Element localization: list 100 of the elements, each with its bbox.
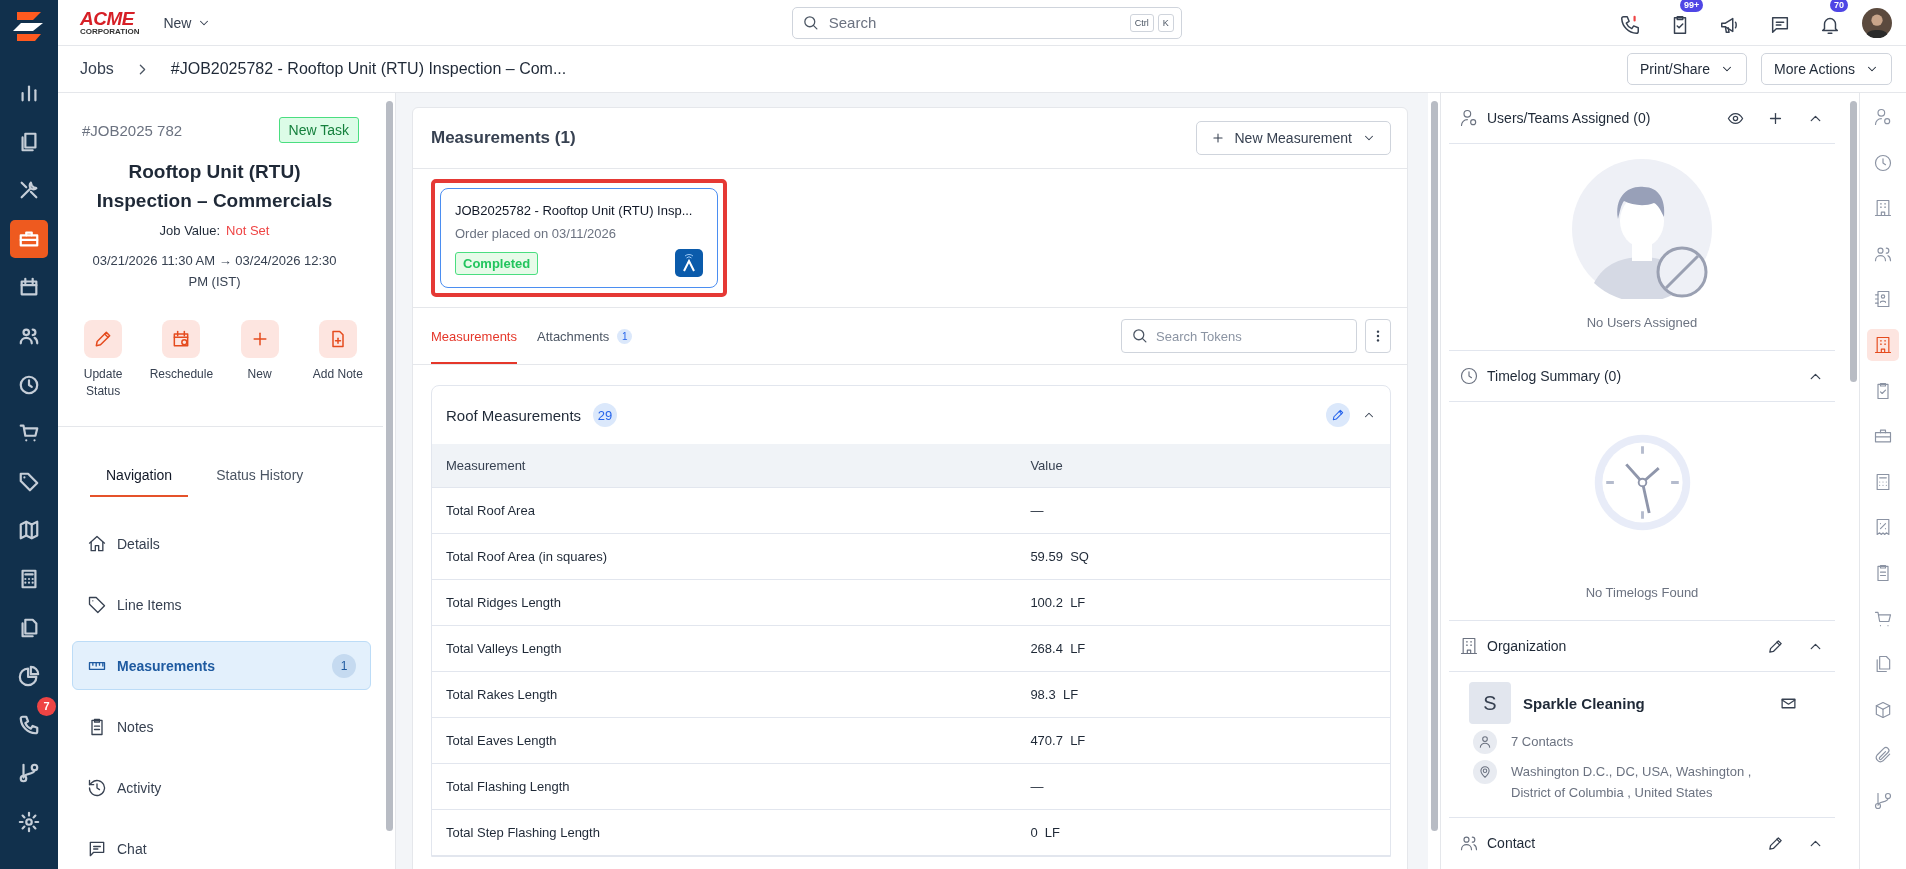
more-icon: [1376, 329, 1380, 343]
pencil-icon: [1766, 834, 1784, 852]
quick-action-button[interactable]: Reschedule: [145, 320, 218, 400]
nav-item[interactable]: Activity: [72, 763, 371, 812]
notification-badge: 99+: [1680, 0, 1704, 12]
table-cell: 100.2 LF: [1016, 579, 1390, 626]
pencil-icon: [1331, 408, 1345, 422]
panel-tab[interactable]: Navigation: [90, 455, 189, 497]
plus-icon: [1210, 131, 1225, 145]
empty-message: No Timelogs Found: [1585, 585, 1699, 600]
building-icon: [1459, 636, 1479, 656]
avatar-icon[interactable]: [1862, 7, 1892, 38]
copy-icon: [18, 130, 40, 153]
building-icon: [1873, 334, 1893, 355]
home-icon: [87, 533, 107, 554]
job-title: Rooftop Unit (RTU) Inspection – Commercials: [95, 160, 334, 213]
user-pin-icon: [1873, 107, 1893, 127]
settings-icon: [18, 810, 40, 833]
table-cell: Total Rakes Length: [432, 671, 1017, 718]
table-cell: Total Roof Area: [432, 487, 1017, 534]
table-cell: 268.4 LF: [1016, 625, 1390, 672]
nav-item[interactable]: Line Items: [72, 580, 371, 629]
schedule-text: 03/21/2026 11:30 AM → 03/24/2026 12:30 PM (IST): [91, 252, 338, 291]
notification-badge: 70: [1830, 0, 1849, 12]
empty-message: No Users Assigned: [1586, 315, 1698, 330]
files-icon: [18, 616, 40, 639]
history-icon: [87, 777, 107, 798]
panel-tab[interactable]: Status History: [200, 455, 320, 497]
quick-action-button[interactable]: New: [223, 320, 296, 400]
table-cell: 0 LF: [1016, 809, 1390, 856]
count-badge: 29: [593, 403, 618, 427]
table-cell: 59.59 SQ: [1016, 533, 1390, 580]
side-panel-tab[interactable]: [1867, 328, 1899, 361]
cube-icon: [1873, 699, 1893, 720]
clock-icon: [1459, 366, 1479, 386]
tag-icon: [18, 470, 40, 493]
new-menu[interactable]: New: [163, 14, 212, 31]
nav-item[interactable]: Chat: [72, 824, 371, 869]
action-menu-button[interactable]: Print/Share: [1627, 53, 1748, 85]
page-title: #JOB2025782 - Rooftop Unit (RTU) Inspection – Com...: [170, 60, 567, 78]
pie-chart-icon: [18, 665, 40, 688]
tab[interactable]: Measurements: [431, 308, 517, 364]
location-pin-icon: [1478, 765, 1492, 779]
user-icon: [1478, 735, 1492, 749]
map-icon: [18, 519, 40, 542]
table-cell: Total Eaves Length: [432, 717, 1017, 764]
table-cell: Total Flashing Length: [432, 763, 1017, 810]
calculator-icon: [18, 567, 40, 590]
clock-icon: [18, 373, 40, 396]
table-cell: 98.3 LF: [1016, 671, 1390, 718]
tab[interactable]: Attachments 1: [537, 308, 633, 364]
search-field[interactable]: Search Tokens: [1121, 319, 1357, 353]
scrollbar[interactable]: [1428, 93, 1440, 869]
column-header: Measurement: [432, 444, 1017, 488]
branch-icon: [1873, 790, 1893, 811]
branch-icon: [18, 762, 40, 785]
column-header: Value: [1016, 444, 1390, 488]
status-tag: New Task: [278, 117, 359, 143]
table-cell: Total Ridges Length: [432, 579, 1017, 626]
notification-badge: 7: [37, 696, 56, 716]
search-icon: [1131, 327, 1148, 344]
job-value: Not Set: [226, 223, 270, 238]
order-card[interactable]: JOB2025782 - Rooftop Unit (RTU) Insp... Order placed on 03/11/2026 Completed: [440, 188, 718, 288]
app-icon: [675, 249, 703, 277]
building-icon: [1873, 198, 1893, 219]
organization-name[interactable]: Sparkle Cleaning: [1523, 694, 1645, 712]
nav-item[interactable]: Notes: [72, 702, 371, 751]
action-menu-button[interactable]: More Actions: [1761, 53, 1892, 85]
table-cell: Total Valleys Length: [432, 625, 1017, 672]
breadcrumb-link[interactable]: Jobs: [80, 60, 114, 78]
section-title: Users/Teams Assigned (0): [1487, 110, 1651, 126]
edit-button[interactable]: [1326, 403, 1350, 427]
section-title: Timelog Summary (0): [1487, 368, 1622, 384]
panel-title: Measurements (1): [431, 128, 576, 148]
address-text: Washington D.C., DC, USA, Washington , District of Columbia , United States: [1511, 763, 1753, 802]
contacts-count: 7 Contacts: [1511, 733, 1574, 751]
section-title: Roof Measurements: [446, 406, 582, 424]
new-measurement-button[interactable]: New Measurement: [1195, 121, 1391, 155]
table-cell: Total Roof Area (in squares): [432, 533, 1017, 580]
table-cell: Total Step Flashing Length: [432, 809, 1017, 856]
tag-icon: [87, 594, 107, 615]
phone-icon: [18, 713, 40, 736]
quick-action-button[interactable]: Add Note: [301, 320, 374, 400]
section-title: Organization: [1487, 638, 1567, 654]
nav-item[interactable]: Details: [72, 519, 371, 568]
phone-icon: [1619, 13, 1641, 36]
count-badge: 1: [332, 653, 356, 678]
nav-item[interactable]: Measurements 1: [72, 641, 371, 690]
brand-logo[interactable]: ACME CORPORATION: [80, 9, 140, 36]
job-number: #JOB2025 782: [82, 121, 183, 139]
user-pin-icon: [1459, 108, 1479, 128]
status-tag: Completed: [455, 251, 539, 275]
table-cell: —: [1016, 487, 1390, 534]
field-label: Job Value:: [159, 223, 221, 238]
order-date: Order placed on 03/11/2026: [455, 226, 617, 241]
sidebar-item[interactable]: [10, 219, 48, 258]
clock-icon: [1873, 152, 1893, 173]
quick-action-button[interactable]: Update Status: [67, 320, 140, 400]
search-icon: [801, 13, 819, 31]
section-title: Contact: [1487, 835, 1536, 851]
